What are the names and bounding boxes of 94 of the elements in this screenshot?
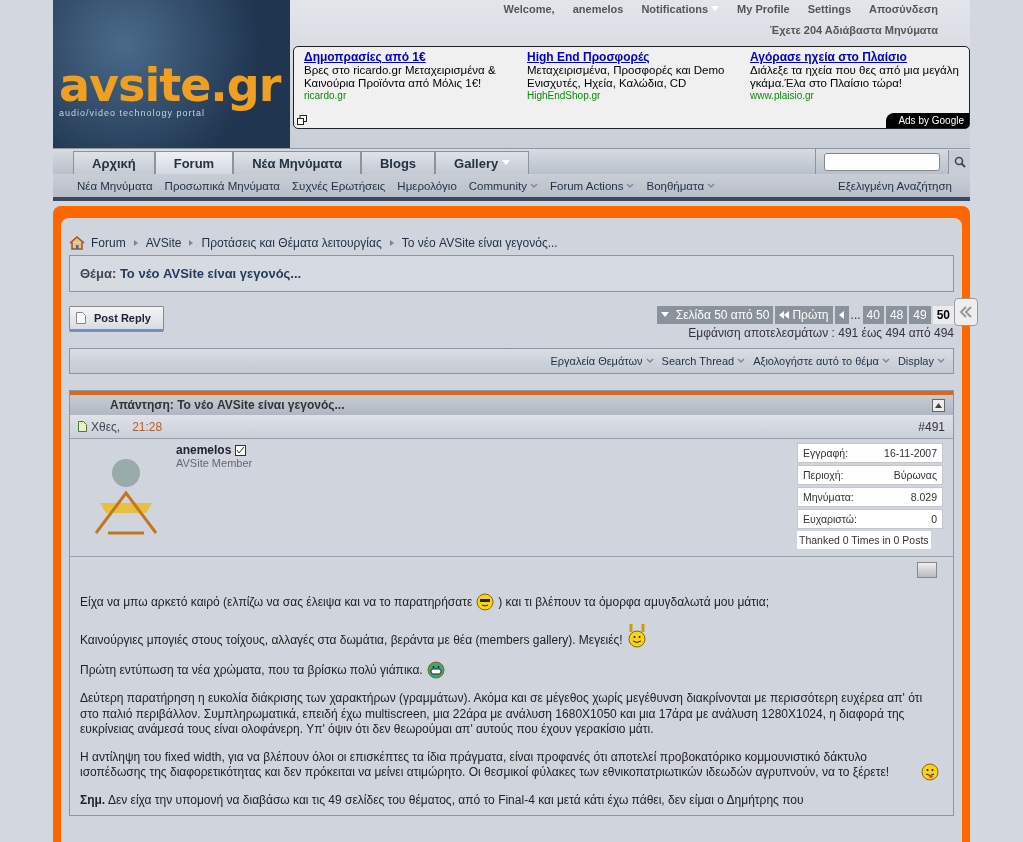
- breadcrumb-link[interactable]: Το νέο AVSite είναι γεγονός...: [401, 236, 558, 250]
- double-arrow-left-icon: [779, 311, 790, 319]
- nav-tab[interactable]: Forum: [154, 151, 234, 174]
- subnav-link[interactable]: Συχνές Ερωτήσεις: [292, 179, 386, 192]
- document-icon: [76, 312, 86, 324]
- unread-messages-link[interactable]: Έχετε 204 Αδιάβαστα Μηνύματα: [769, 15, 970, 36]
- thread-tool-menu[interactable]: Display: [897, 355, 945, 367]
- results-count: Εμφάνιση αποτελεσμάτων : 491 έως 494 από 494: [688, 326, 954, 340]
- post-time: 21:28: [132, 419, 163, 434]
- double-chevron-left-icon: [959, 305, 973, 319]
- stat-value: 0: [931, 513, 937, 525]
- username-link[interactable]: anemelos: [176, 443, 253, 457]
- sidebar-toggle-button[interactable]: [954, 298, 978, 326]
- caret-icon: [711, 6, 720, 12]
- pagination-ellipsis: ...: [850, 308, 861, 322]
- header-link[interactable]: Αποσύνδεση: [869, 3, 938, 15]
- subnav-link[interactable]: Βοηθήματα: [646, 179, 716, 192]
- breadcrumb-arrow-icon: [131, 239, 140, 247]
- ads-by-google-badge[interactable]: Ads by Google: [886, 113, 969, 128]
- ad-title-link[interactable]: High End Προσφορές: [527, 50, 650, 64]
- nav-tab[interactable]: Νέα Μηνύματα: [233, 151, 361, 174]
- ad-url: HighEndShop.gr: [527, 90, 602, 102]
- post-number-link[interactable]: #491: [918, 419, 945, 434]
- ad-title-link[interactable]: Αγόρασε ηχεία στο Πλαίσιο: [750, 50, 907, 64]
- smiley-icon: [921, 762, 939, 781]
- thread-title-label: Θέμα:: [80, 266, 117, 281]
- ad-text: Μεταχειρισμένα, Προσφορές και Demo Ενισχυτές, Ηχεία, Καλώδια, CD: [527, 64, 726, 91]
- post-title: Απάντηση: Το νέο AVSite είναι γεγονός...: [110, 398, 345, 412]
- search-button[interactable]: [948, 149, 970, 174]
- search-field[interactable]: [824, 152, 940, 171]
- nav-tab[interactable]: Gallery: [435, 151, 530, 174]
- page-button[interactable]: 50: [932, 306, 954, 324]
- caret-icon: [661, 312, 670, 318]
- advanced-search-link[interactable]: Εξελιγμένη Αναζήτηση: [838, 179, 952, 192]
- thread-tool-menu[interactable]: Search Thread: [661, 355, 746, 367]
- subnav-link[interactable]: Νέα Μηνύματα: [77, 179, 153, 192]
- thanks-summary: Thanked 0 Times in 0 Posts: [797, 531, 931, 549]
- thread-tool-menu[interactable]: Αξιολογήστε αυτό το θέμα: [753, 355, 890, 367]
- ad-text: Βρες στο ricardo.gr Μεταχειρισμένα & Καινούρια Προϊόντα από Μόλις 1€!: [304, 64, 497, 91]
- breadcrumb-link[interactable]: AVSite: [145, 236, 182, 250]
- user-role: AVSite Member: [176, 457, 253, 469]
- breadcrumb-link[interactable]: Forum: [91, 236, 126, 250]
- previous-page-button[interactable]: [834, 306, 849, 324]
- header-link[interactable]: Settings: [807, 3, 852, 15]
- post-text: Σημ. Δεν είχα την υπομονή να διαβάσω και τις 49 σελίδες του θέματος, από το Final-4 και μετά κάτι έχω πάθει, δεν είμαι ο Δημήτρης που: [80, 792, 804, 809]
- subnav-link[interactable]: Ημερολόγιο: [397, 179, 457, 192]
- breadcrumb-arrow-icon: [387, 239, 396, 247]
- stat-label: Ευχαριστώ:: [803, 513, 857, 525]
- stat-value: 16-11-2007: [884, 447, 937, 459]
- subnav-link[interactable]: Forum Actions: [549, 179, 635, 192]
- breadcrumb-link[interactable]: Προτάσεις και Θέματα λειτουργίας: [201, 236, 382, 250]
- post-text: Δεύτερη παρατήρηση η ευκολία διάκρισης των χαρακτήρων (γραμμάτων). Ακόμα και σε μέγεθος χωρίς μεγέθυνση διακρίνονται με περισσότερη ευχέρεα απ' ότι στο παλιό περιβάλλον. Συμπληρωματικά, επειδή έχω multiscreen, μια 22άρα με ανάλυση 1680X1050 και μια 17άρα με ανάλυση 1280X1024, η διαφορά της ευκρίνειας ανάμεσά τους είναι ολοφάνερη. Υπ' όψιν ότι δεν θεωρούμαι απ' αυτούς που έχουν γερακίσιο μάτι.: [80, 691, 924, 738]
- nav-tab[interactable]: Blogs: [361, 151, 436, 174]
- post-reply-button[interactable]: Post Reply: [69, 306, 164, 332]
- thread-title: Το νέο AVSite είναι γεγονός...: [119, 266, 302, 281]
- stat-label: Μηνύματα:: [803, 491, 854, 503]
- caret-up-icon: [935, 402, 942, 408]
- home-icon[interactable]: [69, 236, 85, 250]
- post-text: Πρώτη εντύπωση τα νέα χρώματα, που τα βρίσκω πολύ γιάπικα.: [80, 663, 423, 679]
- header-link[interactable]: My Profile: [737, 3, 790, 15]
- waving-smiley-icon: [626, 623, 647, 649]
- nav-tab[interactable]: Αρχική: [73, 151, 155, 174]
- chevron-down-icon: [937, 358, 945, 364]
- chevron-down-icon: [645, 358, 654, 364]
- collapse-button[interactable]: [932, 398, 945, 412]
- post-text: Είχα να μπω αρκετό καιρό (ελπίζω να σας έλειψα και να το παρατηρήσατε: [80, 595, 473, 611]
- stat-label: Εγγραφή:: [803, 447, 849, 459]
- ad-text: Διάλεξε τα ηχεία που θες από μια μεγάλη γκάμα.Έλα στο Πλαίσιο τώρα!: [750, 64, 960, 91]
- post-date: Χθες,: [91, 419, 121, 434]
- welcome-text: anemelos: [572, 3, 624, 15]
- subnav-link[interactable]: Community: [468, 179, 538, 192]
- ad-url: www.plaisio.gr: [750, 90, 815, 102]
- logo-tagline: audio/video technology portal: [59, 108, 206, 118]
- site-logo[interactable]: avsite.gr audio/video technology portal: [53, 0, 290, 148]
- quote-button[interactable]: [917, 562, 937, 578]
- notifications-menu[interactable]: Notifications: [641, 3, 720, 15]
- subnav-link[interactable]: Προσωπικά Μηνύματα: [164, 179, 280, 192]
- post-text: ) και τι βλέπουν τα όμορφα αμυγδαλωτά μου μάτια;: [498, 595, 769, 611]
- post-text: Η αντίληψη του fixed width, για να βλέπουν όλοι οι επισκέπτες τα ίδια πράγματα, είναι προφανές ότι αποτελεί προβοκατόρικο κομμουνιστικό δάκτυλο ισοπέδωσης της διαφορετικότητας και δεν πρόκειται να μείνει ατιμώρητο. Οι θεσμικοί φύλακες των εθνικοπατριωτικών ιδεωδών αγρυπνούν, να το ξέρετε!: [80, 749, 891, 781]
- stat-label: Περιοχή:: [803, 469, 844, 481]
- smiley-icon: [476, 593, 495, 611]
- chevron-down-icon: [737, 358, 746, 364]
- thread-tool-menu[interactable]: Εργαλεία Θεμάτων: [550, 355, 654, 367]
- smiley-icon: [426, 661, 445, 679]
- stat-value: Βύρωνας: [893, 469, 937, 481]
- ad-url: ricardo.gr: [304, 90, 348, 102]
- chevron-down-icon: [881, 358, 890, 364]
- welcome-text: Welcome,: [503, 3, 555, 15]
- search-icon: [953, 155, 966, 168]
- document-icon: [78, 421, 87, 432]
- stat-value: 8.029: [910, 491, 937, 503]
- ad-title-link[interactable]: Δημοπρασίες από 1€: [304, 50, 426, 64]
- post-text: Καινούργιες μπογιές στους τοίχους, αλλαγές στα δωμάτια, βεράντα με θέα (members gallery). Μεγειές!: [80, 633, 623, 649]
- arrow-left-icon: [838, 311, 845, 319]
